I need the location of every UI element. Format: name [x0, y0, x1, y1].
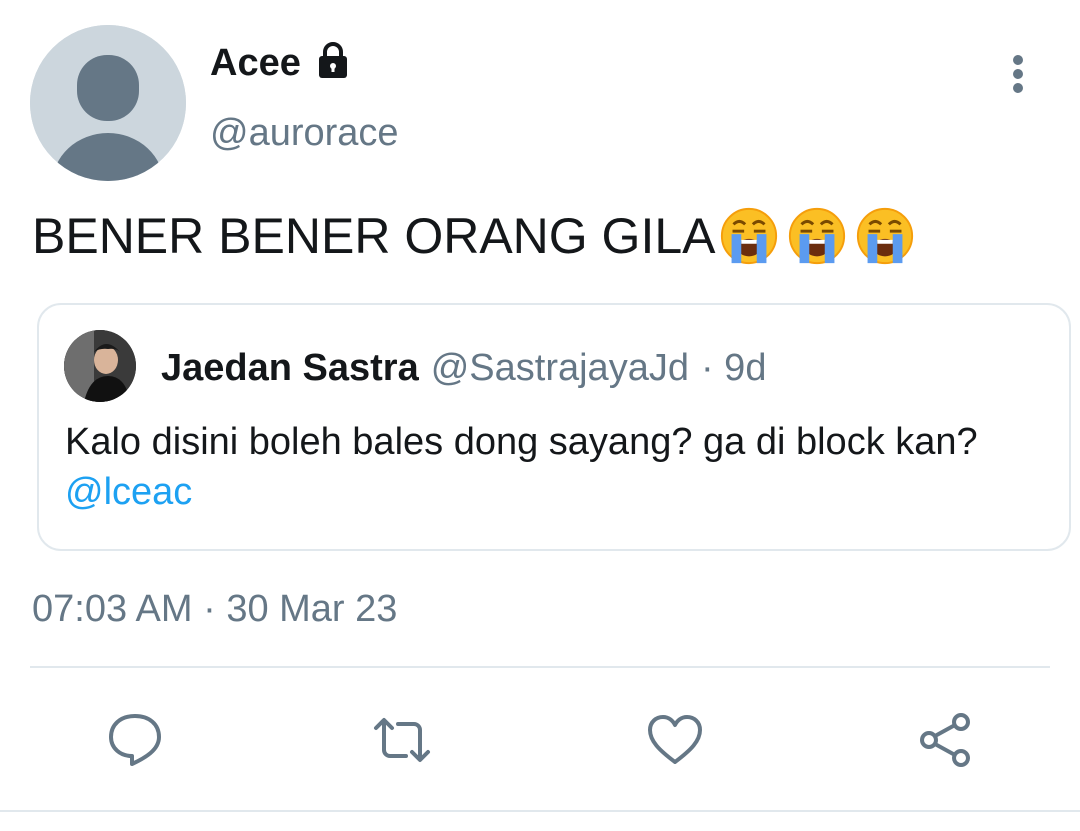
lock-icon	[313, 40, 353, 80]
retweet-button[interactable]	[372, 710, 432, 770]
retweet-icon	[374, 718, 430, 762]
reply-icon	[109, 714, 161, 766]
like-button[interactable]	[645, 710, 705, 770]
quoted-tweet-text-content: Kalo disini boleh bales dong sayang? ga …	[65, 421, 978, 463]
mention-link[interactable]: @lceac	[65, 471, 192, 513]
more-options-button[interactable]	[998, 52, 1038, 96]
more-vertical-icon	[1013, 55, 1023, 93]
loudly-crying-face-icon	[856, 207, 913, 265]
author-display-name-row[interactable]: Acee	[210, 40, 353, 85]
author-avatar[interactable]	[30, 25, 186, 181]
author-display-name[interactable]: Acee	[210, 42, 301, 85]
divider	[30, 666, 1050, 668]
tweet-timestamp[interactable]: 07:03 AM · 30 Mar 23	[32, 588, 397, 631]
tweet-text: BENER BENER ORANG GILA	[32, 205, 916, 267]
quoted-tweet-header: Jaedan Sastra @SastrajayaJd · 9d	[161, 347, 766, 390]
quoted-author-avatar[interactable]	[64, 330, 136, 402]
profile-photo-icon	[64, 330, 136, 402]
tweet-text-content: BENER BENER ORANG GILA	[32, 208, 716, 264]
like-icon	[648, 715, 702, 764]
emoji-group	[718, 205, 916, 267]
share-icon	[920, 713, 970, 767]
loudly-crying-face-icon	[720, 207, 777, 265]
loudly-crying-face-icon	[788, 207, 845, 265]
default-avatar-icon	[30, 25, 186, 181]
quoted-tweet-age: · 9d	[700, 347, 767, 389]
quoted-tweet-card[interactable]: Jaedan Sastra @SastrajayaJd · 9d Kalo di…	[37, 303, 1071, 551]
quoted-author-handle[interactable]: @SastrajayaJd	[431, 347, 689, 390]
reply-button[interactable]	[105, 710, 165, 770]
quoted-tweet-text: Kalo disini boleh bales dong sayang? ga …	[65, 417, 1025, 517]
quoted-author-name[interactable]: Jaedan Sastra	[161, 347, 419, 390]
bottom-divider	[0, 810, 1080, 812]
author-handle[interactable]: @aurorace	[210, 112, 399, 155]
share-button[interactable]	[915, 710, 975, 770]
